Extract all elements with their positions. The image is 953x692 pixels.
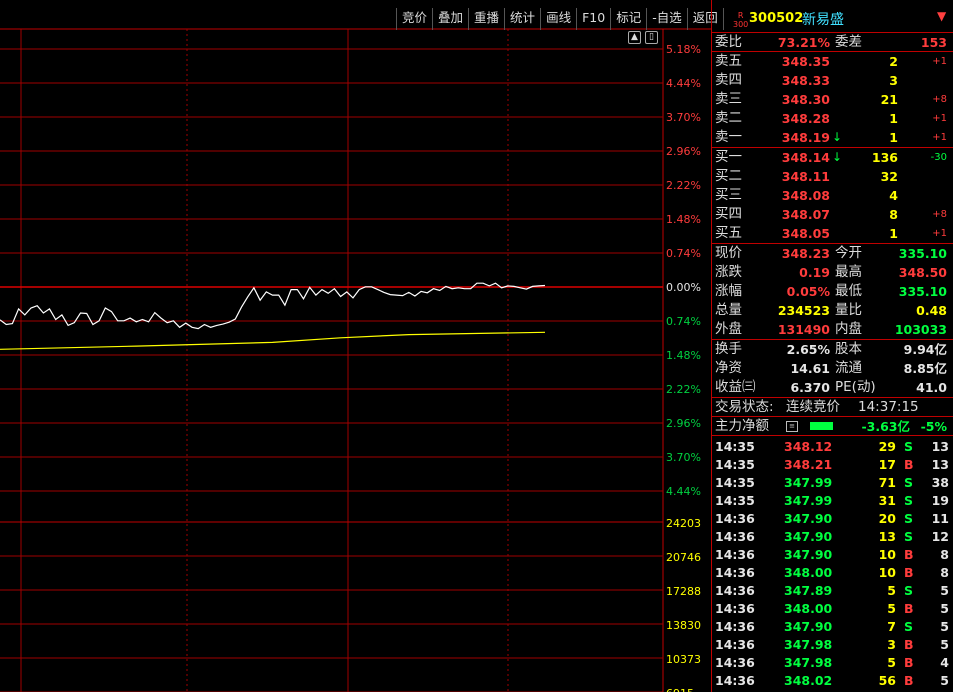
trade-status-row: 交易状态: 连续竞价 14:37:15 <box>712 398 953 417</box>
price-axis-label: 4.44% <box>666 77 701 90</box>
list-icon[interactable]: ≡ <box>786 421 798 432</box>
price-axis-label: 2.22% <box>666 179 701 192</box>
intraday-chart[interactable]: 5.18% 4.44% 3.70% 2.96% 2.22% 1.48% 0.74% 0.00%… <box>0 0 711 692</box>
order-row: 卖四 348.33 3 <box>715 72 898 88</box>
tick-row: 14:36 348.00 5 B 5 <box>715 601 949 616</box>
tick-row: 14:36 347.98 3 B 5 <box>715 637 949 652</box>
volume-axis-label: 17288 <box>666 585 701 598</box>
price-axis-label: 1.48% <box>666 213 701 226</box>
order-row: 卖一 348.19 ↓ 1 +1 <box>715 129 947 145</box>
order-row: 买四 348.07 8 +8 <box>715 206 947 222</box>
price-axis-label: 3.70% <box>666 451 701 464</box>
price-axis-label: 3.70% <box>666 111 701 124</box>
stat-row: 总量 234523 量比 0.48 <box>715 302 947 318</box>
price-line <box>0 282 546 330</box>
order-row: 买三 348.08 4 <box>715 187 898 203</box>
order-row: 卖二 348.28 1 +1 <box>715 110 947 126</box>
chart-toolbar: 竞价 叠加 重播 统计 画线 F10 标记 -自选 返回 <box>396 8 724 30</box>
tick-row: 14:36 347.90 13 S 12 <box>715 529 949 544</box>
average-price-line <box>0 331 546 350</box>
stat-row: 外盘 131490 内盘 103033 <box>715 321 947 337</box>
volume-axis-label: 6915 <box>666 687 694 692</box>
buy-orders: 买一 348.14 ↓ 136 -30 买二 348.11 32 买三 348.08 4 买四 348.… <box>712 148 953 244</box>
order-row: 卖三 348.30 21 +8 <box>715 91 947 107</box>
tick-row: 14:36 347.89 5 S 5 <box>715 583 949 598</box>
price-axis-label: 5.18% <box>666 43 701 56</box>
toolbar-btn-2[interactable]: 重播 <box>468 8 504 30</box>
tick-row: 14:36 347.90 7 S 5 <box>715 619 949 634</box>
main-flow-row: 主力净额 ≡ -3.63亿 -5% <box>712 417 953 436</box>
volume-axis-label: 20746 <box>666 551 701 564</box>
quote-panel: R 300 300502 新易盛 ▼ 委比 73.21% 委差 153 卖五 348… <box>711 0 953 692</box>
stock-header: R 300 300502 新易盛 ▼ <box>712 0 953 33</box>
tick-list[interactable]: 14:35 348.12 29 S 13 14:35 348.21 17 B 13 14:35 347… <box>712 436 953 690</box>
stat-row: 现价 348.23 今开 335.10 <box>715 245 947 261</box>
tick-row: 14:36 347.90 10 B 8 <box>715 547 949 562</box>
toolbar-btn-1[interactable]: 叠加 <box>432 8 468 30</box>
stat-row: 换手 2.65% 股本 9.94亿 <box>715 341 947 357</box>
order-row: 买五 348.05 1 +1 <box>715 225 947 241</box>
toolbar-btn-4[interactable]: 画线 <box>540 8 576 30</box>
down-arrow-icon: ↓ <box>832 150 843 164</box>
flow-bar <box>810 422 833 430</box>
tick-row: 14:36 347.98 5 B 4 <box>715 655 949 670</box>
tick-row: 14:35 348.12 29 S 13 <box>715 439 949 454</box>
price-axis-label: 4.44% <box>666 485 701 498</box>
stock-code: 300502 <box>749 11 804 26</box>
tick-row: 14:36 347.90 20 S 11 <box>715 511 949 526</box>
tick-row: 14:36 348.00 10 B 8 <box>715 565 949 580</box>
tick-row: 14:35 347.99 31 S 19 <box>715 493 949 508</box>
price-axis-label: 1.48% <box>666 349 701 362</box>
sell-orders: 卖五 348.35 2 +1 卖四 348.33 3 卖三 348.30 21 +8 卖二 348.28… <box>712 52 953 148</box>
chart-corner-icons: ▲ ▯ <box>628 31 658 44</box>
price-axis-label: 2.96% <box>666 417 701 430</box>
price-axis-label: 0.74% <box>666 315 701 328</box>
price-axis-label: 0.00% <box>666 281 701 294</box>
price-axis-label: 2.96% <box>666 145 701 158</box>
volume-axis-label: 13830 <box>666 619 701 632</box>
panel-toggle-icon[interactable]: ▯ <box>645 31 658 44</box>
price-axis-label: 0.74% <box>666 247 701 260</box>
down-arrow-icon: ↓ <box>832 130 843 144</box>
share-stats: 换手 2.65% 股本 9.94亿 净资 14.61 流通 8.85亿 收益㈢ 6.370 PE(动… <box>712 340 953 398</box>
order-row: 卖五 348.35 2 +1 <box>715 53 947 69</box>
stat-row: 净资 14.61 流通 8.85亿 <box>715 360 947 376</box>
toolbar-btn-6[interactable]: 标记 <box>610 8 646 30</box>
order-row: 买二 348.11 32 <box>715 168 898 184</box>
price-stats: 现价 348.23 今开 335.10 涨跌 0.19 最高 348.50 涨幅 0.05% 最低 3… <box>712 244 953 340</box>
price-axis-label: 2.22% <box>666 383 701 396</box>
menu-arrow-icon[interactable]: ▼ <box>937 9 946 23</box>
tick-row: 14:35 348.21 17 B 13 <box>715 457 949 472</box>
volume-axis-label: 24203 <box>666 517 701 530</box>
tick-row: 14:35 347.99 71 S 38 <box>715 475 949 490</box>
stat-row: 涨跌 0.19 最高 348.50 <box>715 264 947 280</box>
tick-row: 14:36 348.02 56 B 5 <box>715 673 949 688</box>
order-row: 买一 348.14 ↓ 136 -30 <box>715 149 947 165</box>
stat-row: 涨幅 0.05% 最低 335.10 <box>715 283 947 299</box>
market-badge: R 300 <box>733 11 749 29</box>
expand-up-icon[interactable]: ▲ <box>628 31 641 44</box>
volume-axis-label: 10373 <box>666 653 701 666</box>
toolbar-btn-7[interactable]: -自选 <box>646 8 687 30</box>
stat-row: 收益㈢ 6.370 PE(动) 41.0 <box>715 379 947 395</box>
stock-name[interactable]: 新易盛 <box>802 9 844 29</box>
toolbar-btn-0[interactable]: 竞价 <box>396 8 432 30</box>
toolbar-btn-5[interactable]: F10 <box>576 8 610 30</box>
toolbar-btn-3[interactable]: 统计 <box>504 8 540 30</box>
order-ratio-row: 委比 73.21% 委差 153 <box>712 33 953 52</box>
